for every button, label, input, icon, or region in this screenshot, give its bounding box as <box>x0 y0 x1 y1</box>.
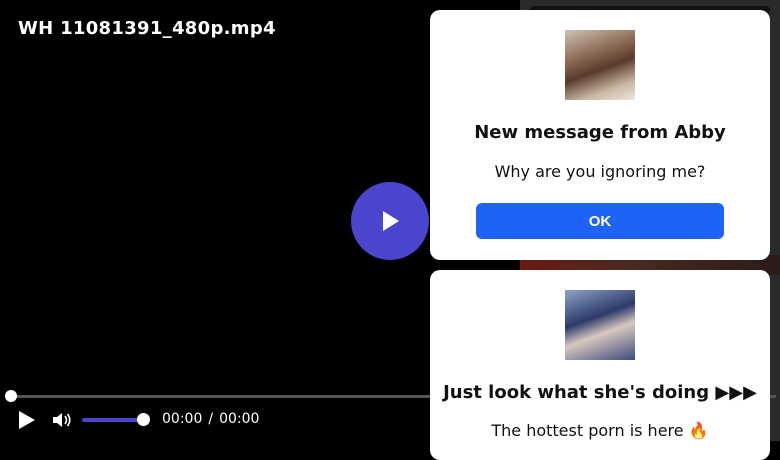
popup-title: Just look what she's doing ▶▶▶ <box>443 382 757 403</box>
time-separator: / <box>208 411 214 427</box>
play-button[interactable] <box>18 410 36 430</box>
popup-title: New message from Abby <box>474 122 726 143</box>
video-title: WH 11081391_480p.mp4 <box>18 18 276 39</box>
play-icon <box>19 411 35 429</box>
volume-handle[interactable] <box>137 413 150 426</box>
volume-button[interactable] <box>52 411 72 429</box>
avatar <box>565 290 635 360</box>
big-play-button[interactable] <box>351 182 429 260</box>
current-time: 00:00 <box>162 411 203 427</box>
ok-button[interactable]: OK <box>476 203 724 239</box>
volume-slider[interactable] <box>82 418 144 422</box>
popup-message: The hottest porn is here 🔥 <box>491 421 709 440</box>
progress-handle[interactable] <box>5 390 17 402</box>
popup-message: Why are you ignoring me? <box>494 162 706 181</box>
duration: 00:00 <box>219 411 260 427</box>
speaker-icon <box>53 413 71 427</box>
time-display: 00:00 / 00:00 <box>162 411 265 427</box>
avatar <box>565 30 635 100</box>
message-popup: New message from Abby Why are you ignori… <box>430 10 770 260</box>
promo-popup[interactable]: Just look what she's doing ▶▶▶ The hotte… <box>430 270 770 460</box>
play-icon <box>383 211 399 231</box>
